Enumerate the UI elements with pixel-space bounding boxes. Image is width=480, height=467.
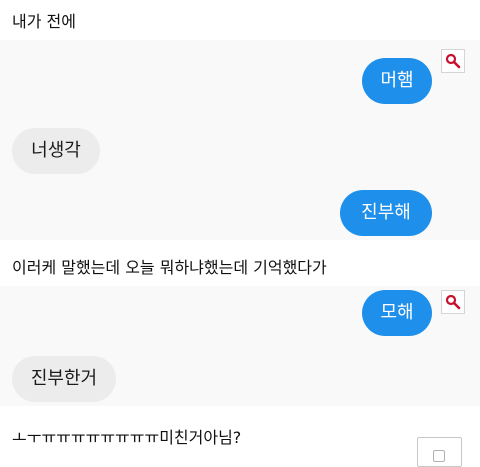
chat-screenshot: 모해 진부한거 (0, 286, 480, 406)
sent-message-bubble: 머햄 (362, 58, 432, 104)
caption-text: 내가 전에 (12, 12, 76, 31)
image-placeholder (417, 437, 462, 467)
chat-screenshot: 머햄 너생각 진부해 (0, 40, 480, 240)
magnifier-icon (445, 294, 461, 310)
sent-message-bubble: 진부해 (340, 190, 432, 236)
caption-text: 이러케 말했는데 오늘 뭐하냐했는데 기억했다가 (12, 258, 327, 277)
received-message-bubble: 진부한거 (12, 356, 116, 402)
placeholder-icon (433, 450, 445, 462)
sent-message-bubble: 모해 (362, 290, 432, 336)
magnifier-icon (445, 53, 461, 69)
caption-text: ㅗㅜㅠㅠㅠㅠㅠㅠㅠㅠ미친거아님? (12, 428, 242, 447)
zoom-button[interactable] (441, 49, 465, 73)
zoom-button[interactable] (441, 290, 465, 314)
received-message-bubble: 너생각 (12, 128, 100, 174)
